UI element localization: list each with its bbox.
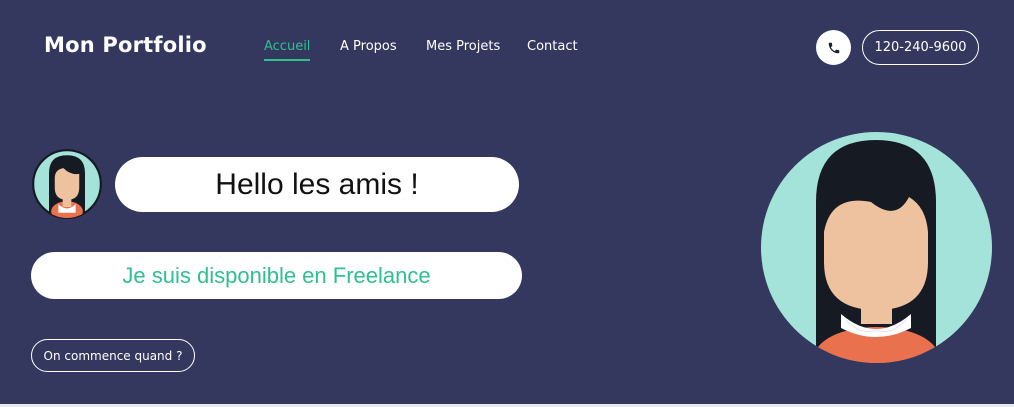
phone-button[interactable] bbox=[816, 30, 851, 65]
phone-number-button[interactable]: 120-240-9600 bbox=[862, 30, 979, 65]
small-avatar bbox=[32, 149, 102, 219]
hero-avatar bbox=[761, 132, 992, 363]
greeting-pill: Hello les amis ! bbox=[115, 157, 519, 212]
phone-icon bbox=[828, 42, 839, 53]
site-brand[interactable]: Mon Portfolio bbox=[44, 33, 207, 57]
nav-link-contact[interactable]: Contact bbox=[527, 39, 578, 54]
nav-link-mes-projets[interactable]: Mes Projets bbox=[426, 39, 500, 54]
nav-link-a-propos[interactable]: A Propos bbox=[340, 39, 397, 54]
start-button[interactable]: On commence quand ? bbox=[31, 339, 195, 372]
nav-link-accueil[interactable]: Accueil bbox=[264, 39, 311, 61]
tagline-pill: Je suis disponible en Freelance bbox=[31, 252, 522, 299]
